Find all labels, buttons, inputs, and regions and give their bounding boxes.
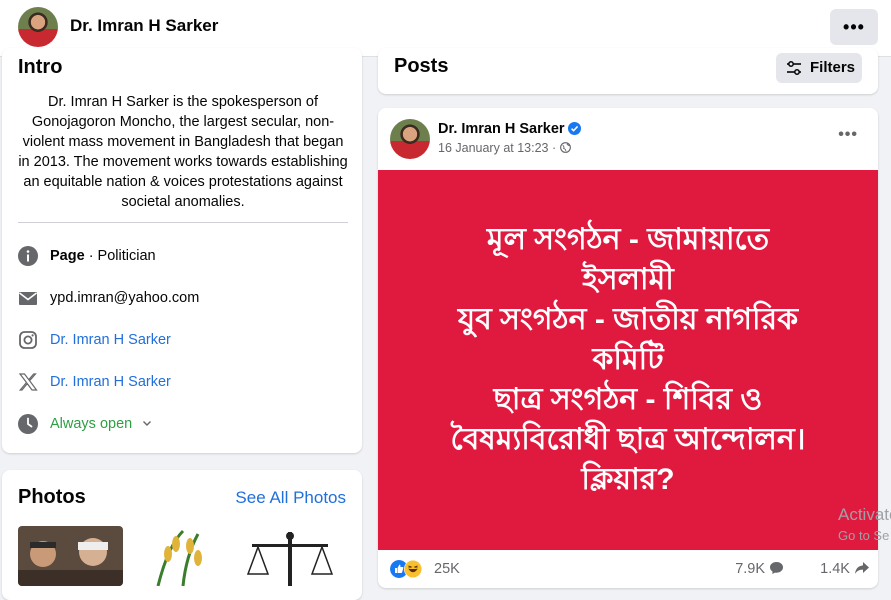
post-card: Dr. Imran H Sarker 16 January at 13:23 ·… (378, 108, 878, 588)
photo-thumbnail[interactable] (128, 526, 233, 586)
watermark-line-1: Activate (838, 505, 891, 524)
post-timestamp[interactable]: 16 January at 13:23 · (438, 141, 571, 155)
post-date: 16 January at 13:23 · (438, 141, 560, 155)
hours-label: Always open (50, 416, 133, 432)
intro-title: Intro (18, 56, 63, 78)
clock-icon (18, 414, 38, 434)
post-stats: 7.9K 1.4K (703, 561, 870, 577)
instagram-icon (19, 331, 37, 349)
banner-line: ক্লিয়ার? (581, 463, 675, 496)
x-link[interactable]: Dr. Imran H Sarker (50, 370, 171, 394)
watermark-line-2: Go to Se (838, 528, 890, 543)
filter-sliders-icon (787, 61, 801, 75)
photos-card: Photos See All Photos (2, 470, 362, 600)
intro-bio: Dr. Imran H Sarker is the spokesperson o… (18, 94, 348, 210)
post-author-avatar[interactable] (390, 119, 430, 159)
hours-link[interactable]: Always open (50, 412, 152, 436)
shares-stat[interactable]: 1.4K (804, 561, 870, 577)
verified-badge-icon (568, 122, 581, 135)
info-icon (18, 246, 38, 266)
post-author-name[interactable]: Dr. Imran H Sarker (438, 121, 565, 137)
photo-thumbnail[interactable] (238, 526, 343, 586)
banner-line: ইসলামী (582, 263, 674, 296)
page-label: Page (50, 248, 85, 264)
page-title[interactable]: Dr. Imran H Sarker (70, 16, 218, 36)
intro-card: Intro Dr. Imran H Sarker is the spokespe… (2, 48, 362, 453)
profile-avatar[interactable] (18, 7, 58, 47)
divider (18, 222, 348, 223)
banner-line: মূল সংগঠন - জামায়াতে (486, 223, 770, 256)
banner-text: মূল সংগঠন - জামায়াতে ইসলামী যুব সংগঠন - জ… (430, 220, 825, 500)
share-icon (855, 562, 869, 574)
comments-stat[interactable]: 7.9K (719, 561, 788, 577)
comment-count: 7.9K (735, 561, 766, 577)
comment-icon (770, 562, 784, 574)
see-all-photos-link[interactable]: See All Photos (235, 488, 346, 508)
globe-icon (559, 142, 571, 153)
haha-reaction-icon (404, 560, 422, 578)
banner-line: কমিটি (592, 343, 664, 376)
filters-label: Filters (810, 59, 856, 76)
photo-thumbnail[interactable] (18, 526, 123, 586)
email-text: ypd.imran@yahoo.com (50, 290, 200, 306)
x-icon (18, 373, 38, 391)
posts-title: Posts (394, 55, 449, 77)
banner-line: বৈষম্যবিরোধী ছাত্র আন্দোলন। (450, 423, 806, 456)
posts-header-card: Posts Filters (378, 48, 878, 94)
photos-title: Photos (18, 486, 86, 508)
instagram-link[interactable]: Dr. Imran H Sarker (50, 328, 171, 352)
filters-button[interactable]: Filters (776, 53, 862, 83)
more-options-button[interactable]: ••• (830, 9, 878, 45)
category-label: · Politician (84, 248, 156, 264)
share-count: 1.4K (820, 561, 850, 577)
post-more-button[interactable]: ••• (838, 126, 858, 144)
banner-line: ছাত্র সংগঠন - শিবির ও (493, 383, 763, 416)
email-icon (19, 292, 37, 305)
activation-watermark: Activate Go to Se (838, 505, 891, 543)
reaction-count: 25K (434, 561, 460, 577)
post-image-banner[interactable]: মূল সংগঠন - জামায়াতে ইসলামী যুব সংগঠন - জ… (378, 170, 878, 550)
chevron-down-icon (143, 421, 152, 426)
banner-line: যুব সংগঠন - জাতীয় নাগরিক (457, 303, 799, 336)
